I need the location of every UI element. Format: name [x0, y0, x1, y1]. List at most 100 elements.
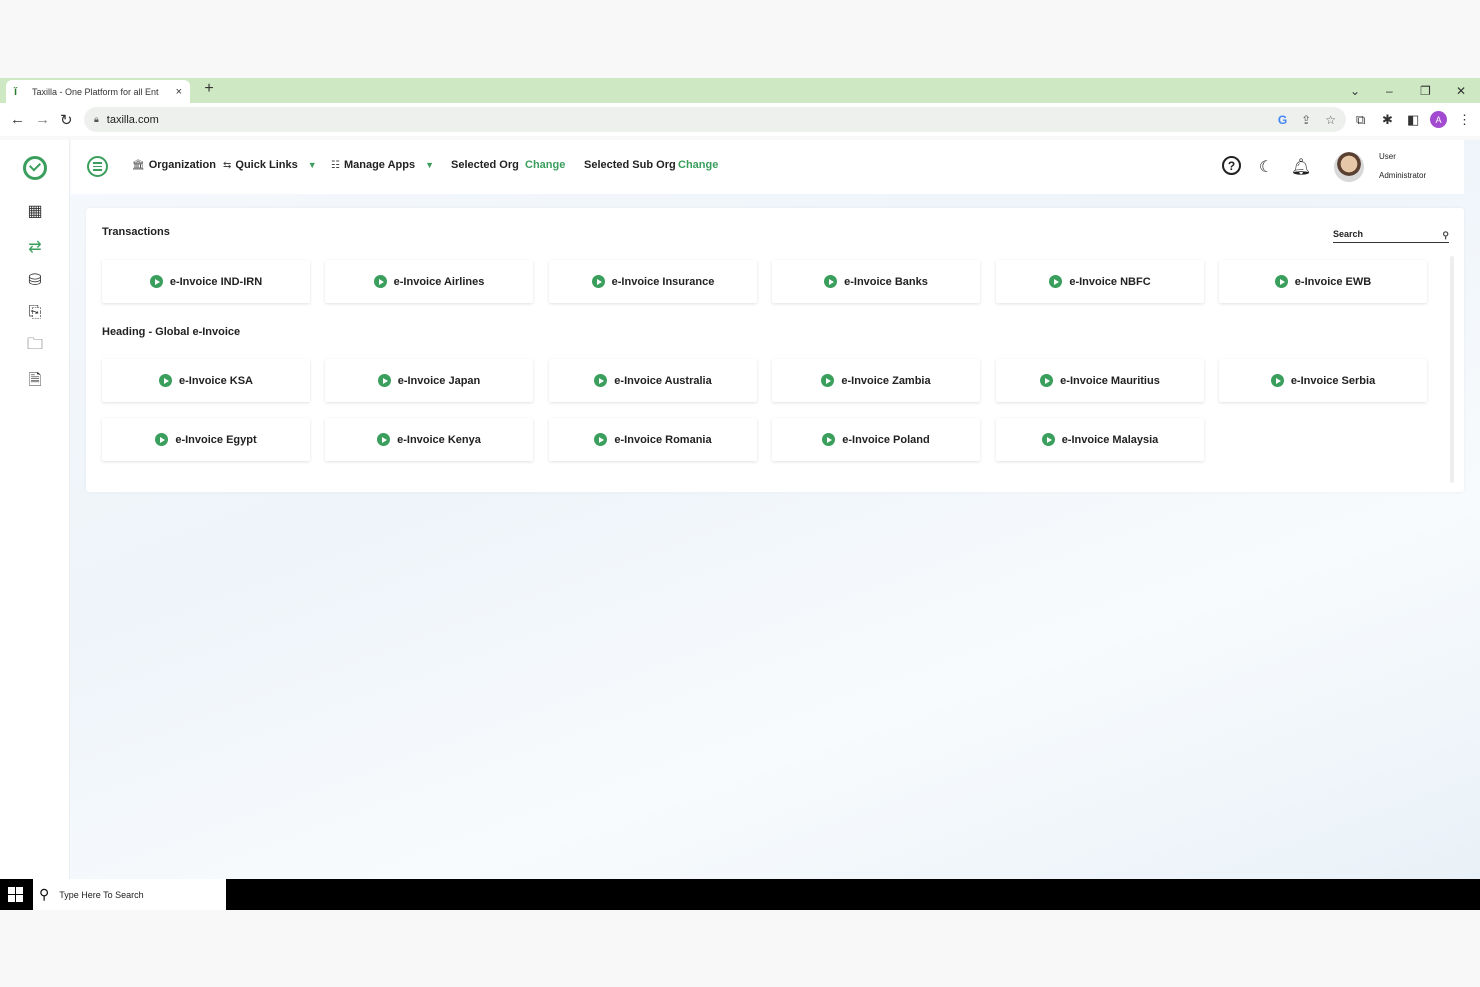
app-card-label: e-Invoice Japan	[397, 374, 481, 387]
chevron-down-icon: ▼	[307, 160, 317, 170]
browser-toolbar: ← → ↻ 🔒︎ taxilla.com G ⇪ ☆ ⧉ ✱ ◧ A ⋮	[0, 103, 1480, 136]
profile-avatar[interactable]: A	[1430, 111, 1447, 128]
play-icon	[1049, 275, 1063, 288]
play-icon	[1274, 275, 1288, 288]
taskbar-search[interactable]: ⚲ Type Here To Search	[33, 879, 226, 910]
app-card[interactable]: e-Invoice Kenya	[325, 418, 533, 461]
app-card[interactable]: e-Invoice Zambia	[772, 359, 980, 402]
sidebar: ▦ ⇄ ⛁ ⎘ 🗀 🗎	[0, 140, 70, 879]
app-card[interactable]: e-Invoice NBFC	[996, 260, 1204, 303]
search-placeholder: Search	[1333, 229, 1364, 239]
tab-search-icon[interactable]: ⌄	[1350, 78, 1360, 103]
transactions-panel: Transactions Search ⚲ e-Invoice IND-IRN …	[86, 208, 1464, 492]
play-icon	[1041, 433, 1055, 446]
user-role: Administrator	[1379, 171, 1427, 180]
reload-icon[interactable]: ↻	[60, 111, 73, 129]
play-icon	[594, 433, 608, 446]
cast-icon[interactable]: ⧉	[1356, 112, 1365, 128]
url-text: taxilla.com	[106, 113, 159, 126]
app-card[interactable]: e-Invoice Banks	[772, 260, 980, 303]
menu-toggle-icon[interactable]	[87, 156, 108, 177]
play-icon	[591, 275, 605, 288]
change-sub-org-link[interactable]: Change	[678, 159, 718, 171]
bell-icon[interactable]: 🔔︎	[1290, 156, 1312, 178]
app-card-label: e-Invoice NBFC	[1069, 275, 1151, 288]
app-card-label: e-Invoice Poland	[842, 433, 930, 446]
app-area: ▦ ⇄ ⛁ ⎘ 🗀 🗎 🏛︎ Organization ⇆ Quick Link…	[0, 140, 1480, 879]
sidepanel-icon[interactable]: ◧	[1407, 112, 1419, 128]
help-icon[interactable]: ?	[1222, 156, 1241, 175]
app-card[interactable]: e-Invoice Poland	[772, 418, 980, 461]
translate-icon[interactable]: ⎘	[22, 302, 48, 324]
play-icon	[1270, 374, 1284, 387]
browser-tab[interactable]: ǐ Taxilla - One Platform for all Ent ×	[6, 80, 190, 103]
play-icon	[824, 275, 838, 288]
user-avatar[interactable]	[1334, 152, 1364, 182]
organization-link[interactable]: 🏛︎ Organization	[132, 159, 216, 171]
browser-tabstrip: ǐ Taxilla - One Platform for all Ent × +…	[0, 78, 1480, 103]
quick-links-label: Quick Links	[235, 159, 298, 171]
selected-org-label: Selected Org	[451, 159, 519, 171]
bookmark-star-icon[interactable]: ☆	[1325, 113, 1336, 127]
search-icon[interactable]: ⚲	[1442, 230, 1449, 241]
tab-close-icon[interactable]: ×	[176, 86, 182, 98]
play-icon	[155, 433, 169, 446]
app-card-label: e-Invoice EWB	[1294, 275, 1372, 288]
app-card-label: e-Invoice Australia	[614, 374, 712, 387]
app-card-label: e-Invoice Kenya	[397, 433, 481, 446]
transactions-icon[interactable]: ⇄	[22, 236, 48, 258]
app-card[interactable]: e-Invoice Australia	[549, 359, 757, 402]
chevron-down-icon: ▼	[425, 160, 434, 170]
browser-menu-icon[interactable]: ⋮	[1458, 112, 1471, 128]
folder-icon[interactable]: 🗀	[22, 335, 48, 357]
taskbar: ⚲ Type Here To Search	[0, 879, 1480, 910]
play-icon	[377, 374, 391, 387]
app-card[interactable]: e-Invoice Egypt	[102, 418, 310, 461]
app-card[interactable]: e-Invoice Romania	[549, 418, 757, 461]
google-icon[interactable]: G	[1278, 113, 1287, 127]
play-icon	[1040, 374, 1054, 387]
app-card[interactable]: e-Invoice EWB	[1219, 260, 1427, 303]
taxilla-logo-icon[interactable]	[23, 156, 47, 180]
selected-sub-org-label: Selected Sub Org	[584, 159, 676, 171]
play-icon	[149, 275, 163, 288]
extensions-icon[interactable]: ✱	[1382, 112, 1393, 128]
forward-icon[interactable]: →	[35, 111, 50, 128]
dark-mode-icon[interactable]: ☾	[1255, 156, 1277, 178]
scrollbar[interactable]	[1450, 256, 1454, 483]
app-card-label: e-Invoice Serbia	[1290, 374, 1376, 387]
app-card[interactable]: e-Invoice Mauritius	[996, 359, 1204, 402]
app-card-label: e-Invoice Zambia	[841, 374, 931, 387]
transactions-heading: Transactions	[102, 226, 170, 238]
change-org-link[interactable]: Change	[525, 159, 565, 171]
close-window-icon[interactable]: ✕	[1456, 78, 1466, 103]
app-card[interactable]: e-Invoice Serbia	[1219, 359, 1427, 402]
app-card[interactable]: e-Invoice Airlines	[325, 260, 533, 303]
app-card[interactable]: e-Invoice Japan	[325, 359, 533, 402]
app-card[interactable]: e-Invoice KSA	[102, 359, 310, 402]
quick-links-menu[interactable]: ⇆ Quick Links ▼	[223, 159, 317, 171]
minimize-icon[interactable]: –	[1386, 78, 1393, 103]
taxilla-favicon-icon: ǐ	[14, 85, 18, 98]
back-icon[interactable]: ←	[10, 111, 25, 128]
play-icon	[159, 374, 173, 387]
play-icon	[821, 374, 835, 387]
app-card[interactable]: e-Invoice IND-IRN	[102, 260, 310, 303]
app-card-label: e-Invoice Egypt	[175, 433, 257, 446]
dashboard-icon[interactable]: ▦	[22, 200, 48, 222]
play-icon	[373, 275, 387, 288]
manage-apps-menu[interactable]: ☷ Manage Apps ▼	[331, 159, 434, 171]
report-icon[interactable]: 🗎	[22, 371, 48, 393]
app-card-label: e-Invoice Banks	[844, 275, 928, 288]
app-card-label: e-Invoice Malaysia	[1061, 433, 1159, 446]
search-input[interactable]: Search ⚲	[1333, 229, 1449, 243]
app-card[interactable]: e-Invoice Malaysia	[996, 418, 1204, 461]
organization-label: Organization	[148, 159, 216, 171]
share-icon[interactable]: ⇪	[1301, 113, 1311, 127]
windows-start-icon[interactable]	[8, 887, 23, 902]
database-icon[interactable]: ⛁	[22, 269, 48, 291]
address-bar[interactable]: 🔒︎ taxilla.com G ⇪ ☆	[84, 107, 1346, 132]
app-card[interactable]: e-Invoice Insurance	[549, 260, 757, 303]
new-tab-button[interactable]: +	[200, 80, 218, 98]
restore-icon[interactable]: ❐	[1420, 78, 1431, 103]
